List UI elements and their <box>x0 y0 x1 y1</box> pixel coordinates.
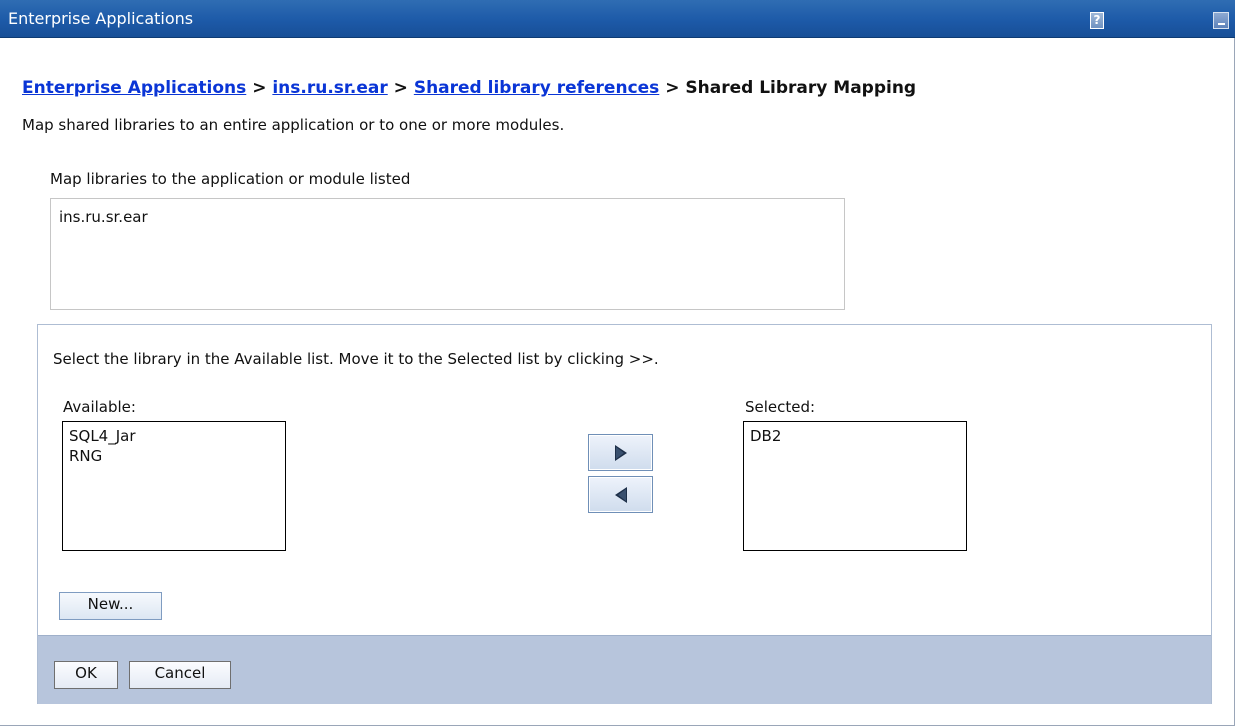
selected-label: Selected: <box>745 398 816 416</box>
cancel-button[interactable]: Cancel <box>129 661 231 689</box>
library-instructions: Select the library in the Available list… <box>53 350 659 368</box>
mapping-target-item[interactable]: ins.ru.sr.ear <box>59 208 836 226</box>
enterprise-applications-window: Enterprise Applications ? Enterprise App… <box>0 0 1235 726</box>
arrow-right-icon <box>615 445 627 461</box>
breadcrumb-current-page: Shared Library Mapping <box>685 78 917 98</box>
breadcrumb-link-enterprise-applications[interactable]: Enterprise Applications <box>22 78 246 98</box>
available-library-option[interactable]: SQL4_Jar <box>67 426 281 446</box>
selected-libraries-list[interactable]: DB2 <box>743 421 967 551</box>
library-selection-panel: Select the library in the Available list… <box>37 324 1212 704</box>
mapping-label: Map libraries to the application or modu… <box>50 170 411 188</box>
new-library-button[interactable]: New... <box>59 592 162 620</box>
ok-button[interactable]: OK <box>54 661 118 689</box>
move-left-button[interactable] <box>588 476 653 513</box>
available-libraries-list[interactable]: SQL4_Jar RNG <box>62 421 286 551</box>
help-icon[interactable]: ? <box>1090 12 1104 29</box>
breadcrumb-separator: > <box>252 78 267 98</box>
breadcrumb: Enterprise Applications > ins.ru.sr.ear … <box>22 78 916 98</box>
minimize-icon[interactable] <box>1213 12 1229 29</box>
breadcrumb-separator: > <box>665 78 680 98</box>
selected-library-option[interactable]: DB2 <box>748 426 962 446</box>
window-title: Enterprise Applications <box>8 9 194 28</box>
move-right-button[interactable] <box>588 434 653 471</box>
breadcrumb-link-shared-library-references[interactable]: Shared library references <box>414 78 659 98</box>
mapping-target-list[interactable]: ins.ru.sr.ear <box>50 198 845 310</box>
breadcrumb-separator: > <box>393 78 408 98</box>
page-description: Map shared libraries to an entire applic… <box>22 116 565 134</box>
window-titlebar: Enterprise Applications ? <box>0 0 1235 38</box>
breadcrumb-link-application[interactable]: ins.ru.sr.ear <box>272 78 387 98</box>
available-library-option[interactable]: RNG <box>67 446 281 466</box>
button-footer: OK Cancel <box>38 635 1211 704</box>
available-label: Available: <box>63 398 136 416</box>
arrow-left-icon <box>615 487 627 503</box>
